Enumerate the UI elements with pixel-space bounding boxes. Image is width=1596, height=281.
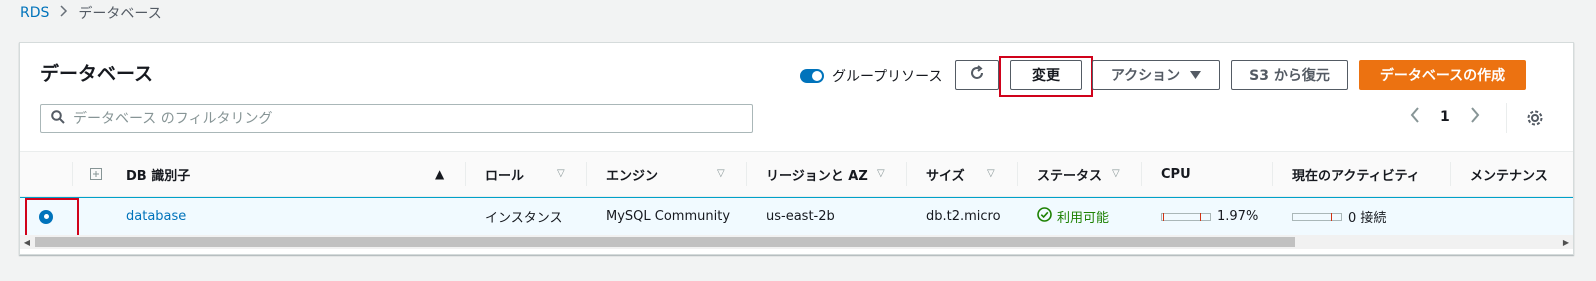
databases-table: DB 識別子 ▲ ロール ▽ エンジン ▽ リージョンと AZ ▽ サイズ ▽ … [20,151,1573,238]
actions-label: アクション [1110,68,1181,84]
activity-meter-threshold [1331,212,1332,221]
sort-icon[interactable]: ▽ [1112,168,1120,179]
search-input[interactable] [73,110,673,127]
column-divider [1272,162,1273,186]
refresh-button[interactable] [955,60,999,90]
search-icon [51,109,65,128]
sort-icon[interactable]: ▽ [987,168,995,179]
column-header-region[interactable]: リージョンと AZ [766,152,868,196]
group-resources-toggle[interactable]: グループリソース [800,66,942,86]
activity-meter [1292,212,1342,221]
radio-highlight-box [25,198,79,238]
scroll-left-icon[interactable]: ◀ [20,235,34,249]
cell-engine: MySQL Community [606,209,731,224]
sort-ascending-icon[interactable]: ▲ [435,167,444,181]
table-header: DB 識別子 ▲ ロール ▽ エンジン ▽ リージョンと AZ ▽ サイズ ▽ … [20,151,1573,197]
pagination: 1 [1410,107,1480,127]
databases-panel: データベース グループリソース 変更 アクション S3 から復元 データベースの… [19,42,1574,255]
breadcrumb-rds-link[interactable]: RDS [20,5,49,21]
breadcrumb-current: データベース [78,6,162,22]
chevron-right-icon [59,5,68,21]
cell-cpu: 1.97% [1161,198,1258,235]
divider [1506,103,1507,133]
gear-icon[interactable] [1526,109,1544,131]
modify-highlight-box [999,56,1093,97]
create-database-button[interactable]: データベースの作成 [1359,60,1526,90]
restore-from-s3-button[interactable]: S3 から復元 [1231,60,1348,90]
column-divider [72,162,73,186]
cpu-meter-fill [1163,212,1164,221]
scrollbar-thumb[interactable] [35,237,1295,247]
column-divider [1017,162,1018,186]
scroll-right-icon[interactable]: ▶ [1559,235,1573,249]
chevron-left-icon[interactable] [1410,107,1420,127]
column-divider [746,162,747,186]
cpu-meter-threshold [1200,212,1201,221]
column-header-size[interactable]: サイズ [926,152,965,196]
column-divider [1450,162,1451,186]
activity-value: 0 接続 [1348,211,1387,226]
column-divider [586,162,587,186]
column-header-role[interactable]: ロール [485,152,524,196]
cpu-meter [1161,212,1211,221]
db-identifier-link[interactable]: database [126,198,186,235]
check-circle-icon [1037,207,1052,226]
caret-down-icon [1190,67,1202,83]
sort-icon[interactable]: ▽ [557,168,565,179]
column-header-engine[interactable]: エンジン [606,152,658,196]
column-divider [1141,162,1142,186]
chevron-right-icon[interactable] [1470,107,1480,127]
column-header-status[interactable]: ステータス [1037,152,1102,196]
column-header-db-id[interactable]: DB 識別子 [126,152,190,196]
sort-icon[interactable]: ▽ [877,168,885,179]
toggle-switch[interactable] [800,69,824,83]
cpu-value: 1.97% [1217,209,1259,224]
filter-search[interactable] [40,104,753,133]
column-header-cpu[interactable]: CPU [1161,152,1191,196]
column-header-maintenance[interactable]: メンテナンス [1470,152,1548,196]
column-divider [465,162,466,186]
table-row[interactable]: database インスタンス MySQL Community us-east-… [20,197,1573,238]
breadcrumb: RDS データベース [20,3,162,23]
cell-status: 利用可能 [1037,198,1109,235]
horizontal-scrollbar[interactable]: ◀ ▶ [20,235,1573,249]
refresh-icon [969,65,985,85]
toggle-knob [812,71,822,81]
status-text: 利用可能 [1057,211,1110,226]
toggle-label: グループリソース [832,69,943,85]
column-divider [906,162,907,186]
sort-icon[interactable]: ▽ [717,168,725,179]
expand-all-icon[interactable] [90,152,102,196]
page-number[interactable]: 1 [1440,109,1450,125]
cell-role: インスタンス [485,211,563,226]
actions-button[interactable]: アクション [1092,60,1220,90]
cell-region: us-east-2b [766,209,835,224]
cell-activity: 0 接続 [1292,198,1386,235]
column-header-activity[interactable]: 現在のアクティビティ [1292,152,1420,196]
page-title: データベース [40,63,154,85]
cell-size: db.t2.micro [926,209,1001,224]
